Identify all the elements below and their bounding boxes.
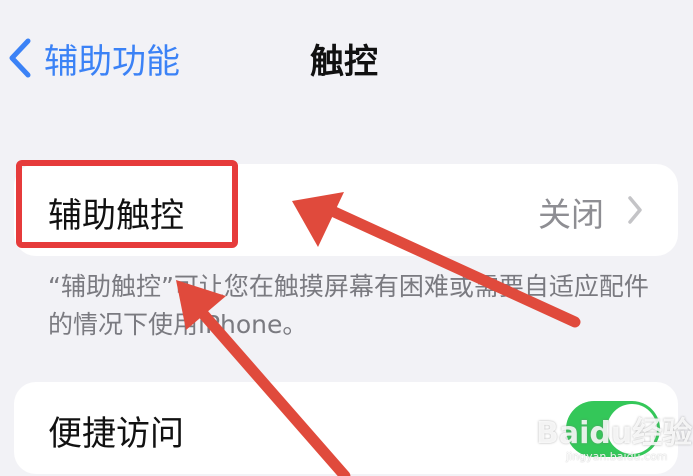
assistive-touch-group: 辅助触控 关闭 [14,164,678,256]
page-title: 触控 [310,42,378,82]
reachability-group: 便捷访问 [14,382,678,474]
assistive-touch-footnote: “辅助触控”可让您在触摸屏幕有困难或需要自适应配件的情况下使用iPhone。 [48,272,649,339]
assistive-touch-row[interactable]: 辅助触控 关闭 [14,164,678,256]
toggle-knob [607,404,657,454]
assistive-touch-status: 关闭 [538,195,604,234]
reachability-label: 便捷访问 [48,414,184,454]
reachability-toggle[interactable] [566,401,660,457]
assistive-touch-label: 辅助触控 [48,196,184,236]
reachability-row: 便捷访问 [14,382,678,474]
chevron-left-icon [9,38,31,78]
back-button-label: 辅助功能 [44,41,180,82]
navigation-bar: 辅助功能 触控 [0,0,693,120]
chevron-right-icon [628,196,642,224]
back-button[interactable]: 辅助功能 [4,30,180,86]
